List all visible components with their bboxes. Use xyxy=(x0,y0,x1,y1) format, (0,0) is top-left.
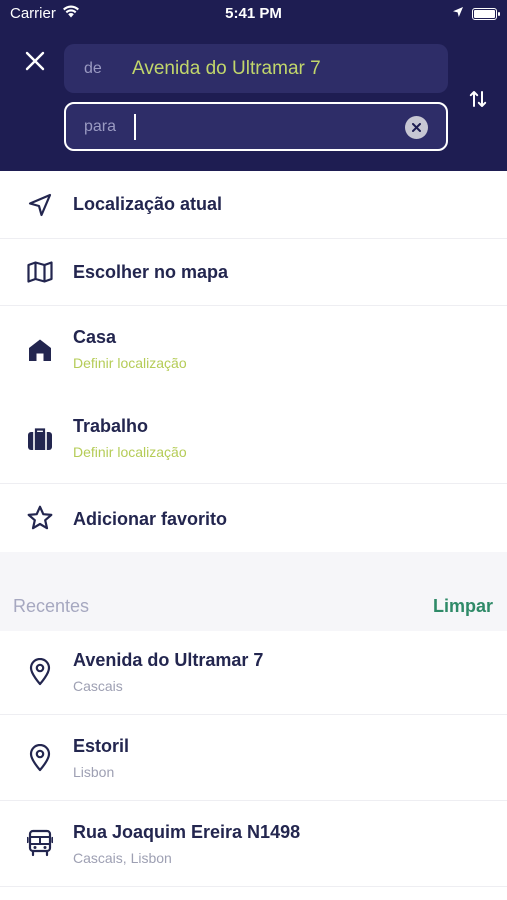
map-icon xyxy=(26,258,54,286)
recent-title: Rua Joaquim Ereira N1498 xyxy=(73,822,301,842)
from-field[interactable]: de Avenida do Ultramar 7 xyxy=(64,44,448,93)
home-title: Casa xyxy=(73,327,117,347)
list-item[interactable]: Estoril Lisbon xyxy=(0,715,507,800)
recents-section-header xyxy=(0,552,507,631)
swap-button[interactable] xyxy=(463,84,493,114)
clear-recents-link[interactable]: Limpar xyxy=(433,596,493,617)
to-field[interactable]: para xyxy=(64,102,448,151)
status-right xyxy=(452,5,500,22)
clear-input-button[interactable] xyxy=(405,116,428,139)
pin-icon xyxy=(26,658,54,686)
status-bar: Carrier 5:41 PM xyxy=(0,0,507,28)
home-subtitle: Definir localização xyxy=(73,355,187,371)
pin-icon xyxy=(26,744,54,772)
list-item[interactable]: Avenida do Ultramar 7 Cascais xyxy=(0,631,507,714)
location-arrow-icon xyxy=(452,5,464,22)
recents-label: Recentes xyxy=(13,596,90,616)
choose-on-map-label: Escolher no mapa xyxy=(73,262,229,282)
recent-title: Avenida do Ultramar 7 xyxy=(73,650,264,670)
from-value: Avenida do Ultramar 7 xyxy=(132,57,321,79)
battery-icon xyxy=(472,7,500,20)
close-icon xyxy=(25,51,45,71)
recent-subtitle: Cascais xyxy=(73,678,123,694)
swap-arrows-icon xyxy=(469,91,487,107)
current-location-label: Localização atual xyxy=(73,194,223,214)
work-title: Trabalho xyxy=(73,416,149,436)
bus-icon xyxy=(26,829,54,857)
to-prefix: para xyxy=(84,117,117,135)
navigation-arrow-icon xyxy=(26,191,54,219)
status-time: 5:41 PM xyxy=(225,5,282,22)
search-header: Carrier 5:41 PM de Avenida do Ultramar 7… xyxy=(0,0,507,171)
work-row[interactable]: Trabalho Definir localização xyxy=(0,395,507,483)
from-prefix: de xyxy=(84,59,102,77)
divider xyxy=(0,886,507,887)
briefcase-icon xyxy=(26,425,54,453)
recent-subtitle: Lisbon xyxy=(73,764,115,780)
star-icon xyxy=(26,504,54,532)
add-favorite-row[interactable]: Adicionar favorito xyxy=(0,484,507,552)
clear-x-icon xyxy=(412,123,421,132)
recent-subtitle: Cascais, Lisbon xyxy=(73,850,172,866)
recent-title: Estoril xyxy=(73,736,130,756)
home-icon xyxy=(26,336,54,364)
choose-on-map-row[interactable]: Escolher no mapa xyxy=(0,239,507,305)
work-subtitle: Definir localização xyxy=(73,444,187,460)
close-button[interactable] xyxy=(20,46,50,76)
text-caret xyxy=(134,113,136,140)
list-item[interactable]: Rua Joaquim Ereira N1498 Cascais, Lisbon xyxy=(0,801,507,886)
current-location-row[interactable]: Localização atual xyxy=(0,171,507,238)
home-row[interactable]: Casa Definir localização xyxy=(0,306,507,395)
add-favorite-label: Adicionar favorito xyxy=(73,509,228,529)
